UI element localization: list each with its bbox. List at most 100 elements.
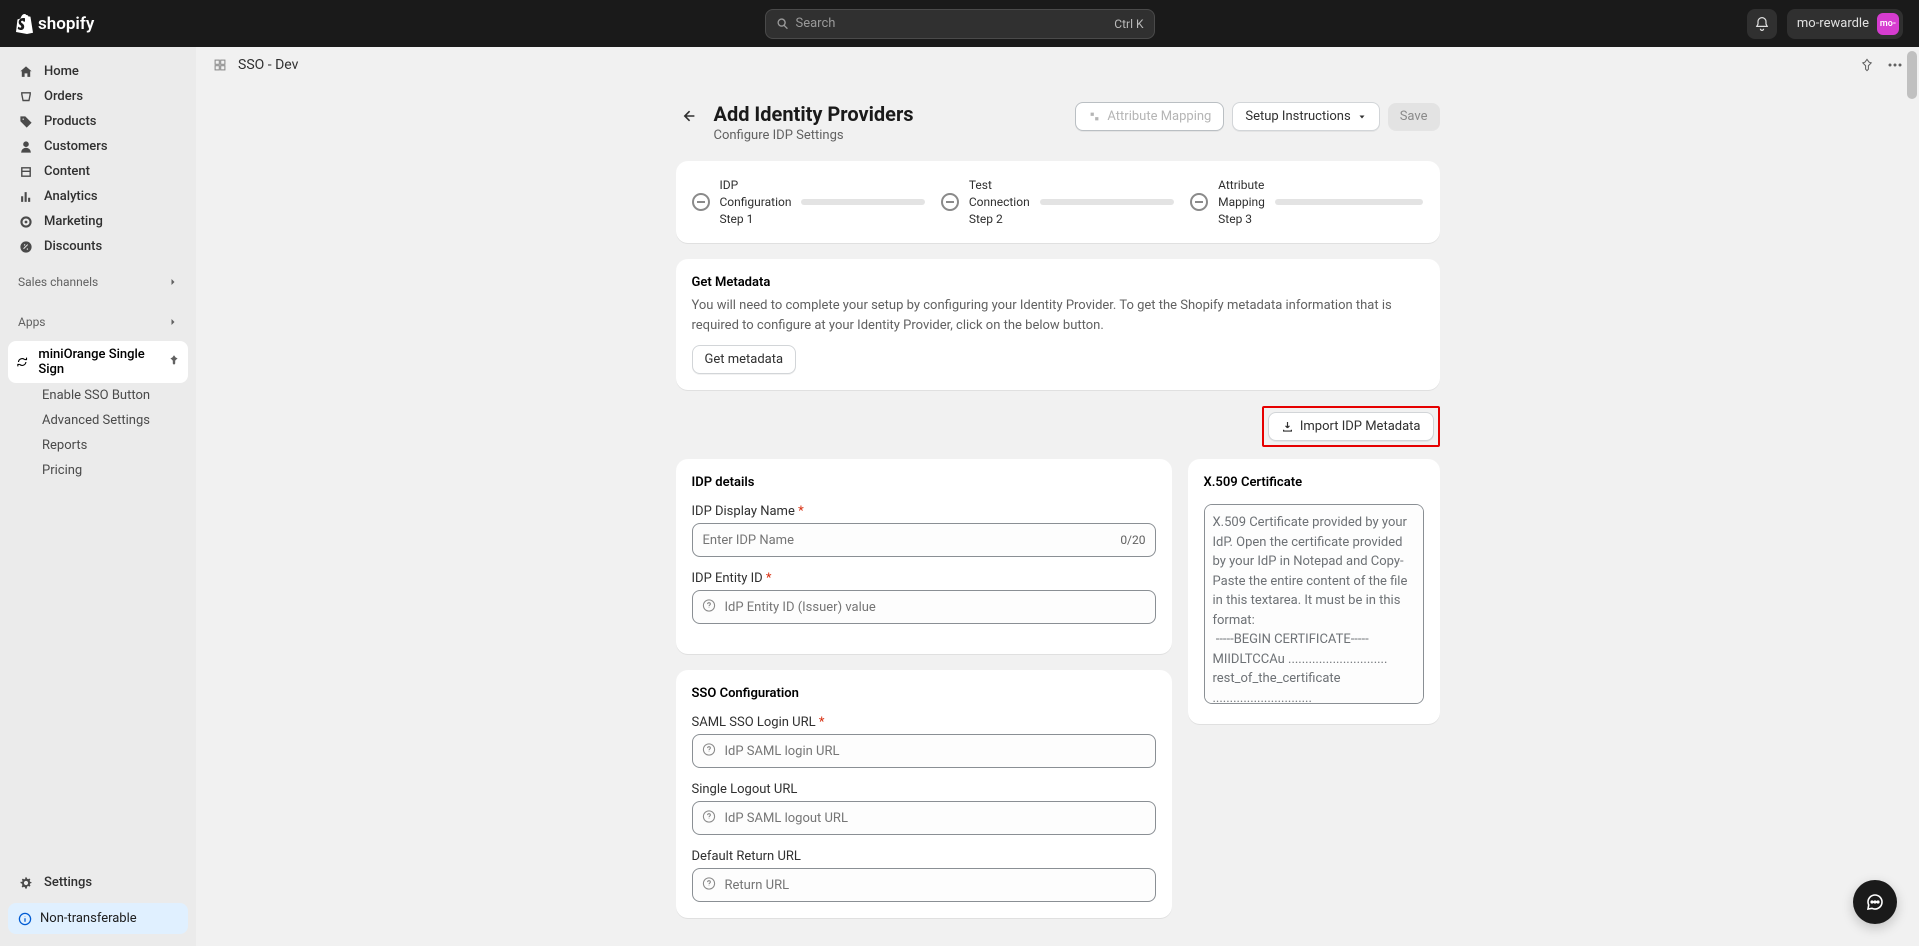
nav-products[interactable]: Products xyxy=(8,109,188,134)
get-metadata-button[interactable]: Get metadata xyxy=(692,345,797,374)
nav-sub-enable[interactable]: Enable SSO Button xyxy=(8,383,188,408)
attribute-mapping-button[interactable]: Attribute Mapping xyxy=(1075,102,1224,131)
step-1-progress xyxy=(801,199,924,205)
idp-details-card: IDP details IDP Display Name * 0/20 IDP … xyxy=(676,459,1172,654)
back-button[interactable] xyxy=(676,104,700,128)
idp-display-name-label: IDP Display Name * xyxy=(692,504,1156,519)
certificate-textarea[interactable] xyxy=(1204,504,1424,704)
import-row: Import IDP Metadata xyxy=(676,406,1440,447)
logout-url-input[interactable] xyxy=(692,801,1156,835)
nav-marketing[interactable]: Marketing xyxy=(8,209,188,234)
idp-details-title: IDP details xyxy=(692,475,1156,490)
nav-home[interactable]: Home xyxy=(8,59,188,84)
nav-content[interactable]: Content xyxy=(8,159,188,184)
step-2: TestConnectionStep 2 xyxy=(941,177,1174,227)
nav-sub-reports[interactable]: Reports xyxy=(8,433,188,458)
pin-page-icon[interactable] xyxy=(1859,57,1875,73)
breadcrumb: SSO - Dev xyxy=(238,57,298,73)
setup-instructions-button[interactable]: Setup Instructions xyxy=(1232,102,1379,131)
idp-display-name-input[interactable] xyxy=(692,523,1156,557)
topbar-actions: mo-rewardle mo- xyxy=(1747,9,1903,39)
content-icon xyxy=(18,165,34,179)
pin-icon[interactable] xyxy=(168,354,180,370)
import-idp-metadata-button[interactable]: Import IDP Metadata xyxy=(1268,412,1434,441)
sales-channels-label: Sales channels xyxy=(18,275,98,289)
step-1: IDPConfigurationStep 1 xyxy=(692,177,925,227)
step-2-progress xyxy=(1040,199,1174,205)
sales-channels-section[interactable]: Sales channels xyxy=(8,269,188,295)
products-icon xyxy=(18,115,34,129)
get-metadata-card: Get Metadata You will need to complete y… xyxy=(676,259,1440,390)
return-url-label: Default Return URL xyxy=(692,849,1156,864)
nav-marketing-label: Marketing xyxy=(44,214,103,229)
nav-discounts[interactable]: Discounts xyxy=(8,234,188,259)
nav-app-miniorange[interactable]: miniOrange Single Sign xyxy=(8,341,188,383)
import-highlight: Import IDP Metadata xyxy=(1262,406,1440,447)
chevron-right-icon xyxy=(168,317,178,327)
user-menu[interactable]: mo-rewardle mo- xyxy=(1787,9,1903,39)
search-icon xyxy=(776,17,790,31)
idp-entity-id-input[interactable] xyxy=(692,590,1156,624)
brand-logo[interactable]: shopify xyxy=(16,14,94,34)
nav-customers-label: Customers xyxy=(44,139,108,154)
nav-sub-pricing[interactable]: Pricing xyxy=(8,458,188,483)
brand-text: shopify xyxy=(38,14,94,34)
breadcrumb-bar: SSO - Dev xyxy=(196,47,1919,84)
step-3-progress xyxy=(1275,199,1424,205)
user-name: mo-rewardle xyxy=(1797,16,1869,31)
main-content: SSO - Dev Add Identity Providers Configu… xyxy=(196,47,1919,946)
nav-customers[interactable]: Customers xyxy=(8,134,188,159)
gear-icon xyxy=(18,876,34,890)
nav-analytics[interactable]: Analytics xyxy=(8,184,188,209)
page-subtitle: Configure IDP Settings xyxy=(714,128,914,143)
sso-config-card: SSO Configuration SAML SSO Login URL * S… xyxy=(676,670,1172,918)
steps-card: IDPConfigurationStep 1 TestConnectionSte… xyxy=(676,161,1440,243)
return-url-input[interactable] xyxy=(692,868,1156,902)
step-2-indicator xyxy=(941,193,959,211)
search-placeholder: Search xyxy=(796,16,836,31)
home-icon xyxy=(18,65,34,79)
more-actions-icon[interactable] xyxy=(1887,57,1903,73)
help-icon[interactable] xyxy=(702,809,716,828)
analytics-icon xyxy=(18,190,34,204)
page-title: Add Identity Providers xyxy=(714,102,914,126)
save-button[interactable]: Save xyxy=(1388,103,1440,130)
scrollbar-thumb[interactable] xyxy=(1907,51,1917,99)
nav-home-label: Home xyxy=(44,64,79,79)
nav-discounts-label: Discounts xyxy=(44,239,102,254)
bell-icon xyxy=(1754,16,1770,32)
page-header: Add Identity Providers Configure IDP Set… xyxy=(676,102,1440,143)
idp-entity-id-label: IDP Entity ID * xyxy=(692,571,1156,586)
search-input[interactable]: Search Ctrl K xyxy=(765,9,1155,39)
apps-section[interactable]: Apps xyxy=(8,309,188,335)
search-shortcut: Ctrl K xyxy=(1114,17,1143,31)
notifications-button[interactable] xyxy=(1747,9,1777,39)
shopify-icon xyxy=(16,14,34,34)
sso-config-title: SSO Configuration xyxy=(692,686,1156,701)
customers-icon xyxy=(18,140,34,154)
nav-orders-label: Orders xyxy=(44,89,83,104)
help-icon[interactable] xyxy=(702,742,716,761)
chevron-down-icon xyxy=(1357,112,1367,122)
non-transferable-badge[interactable]: Non-transferable xyxy=(8,903,188,934)
nav-app-label: miniOrange Single Sign xyxy=(38,347,158,377)
nav-settings[interactable]: Settings xyxy=(8,870,188,895)
nav-sub-advanced[interactable]: Advanced Settings xyxy=(8,408,188,433)
chat-button[interactable] xyxy=(1853,880,1897,924)
arrow-left-icon xyxy=(680,108,696,124)
avatar: mo- xyxy=(1877,13,1899,35)
certificate-title: X.509 Certificate xyxy=(1204,475,1424,490)
nav-settings-label: Settings xyxy=(44,875,92,890)
nav-orders[interactable]: Orders xyxy=(8,84,188,109)
get-metadata-title: Get Metadata xyxy=(692,275,1424,290)
help-icon[interactable] xyxy=(702,876,716,895)
login-url-input[interactable] xyxy=(692,734,1156,768)
get-metadata-desc: You will need to complete your setup by … xyxy=(692,296,1424,335)
mapping-icon xyxy=(1088,110,1101,123)
help-icon[interactable] xyxy=(702,598,716,617)
info-icon xyxy=(18,912,32,926)
step-3: AttributeMappingStep 3 xyxy=(1190,177,1423,227)
search-container: Search Ctrl K xyxy=(765,9,1155,39)
marketing-icon xyxy=(18,215,34,229)
scrollbar[interactable] xyxy=(1905,47,1919,946)
